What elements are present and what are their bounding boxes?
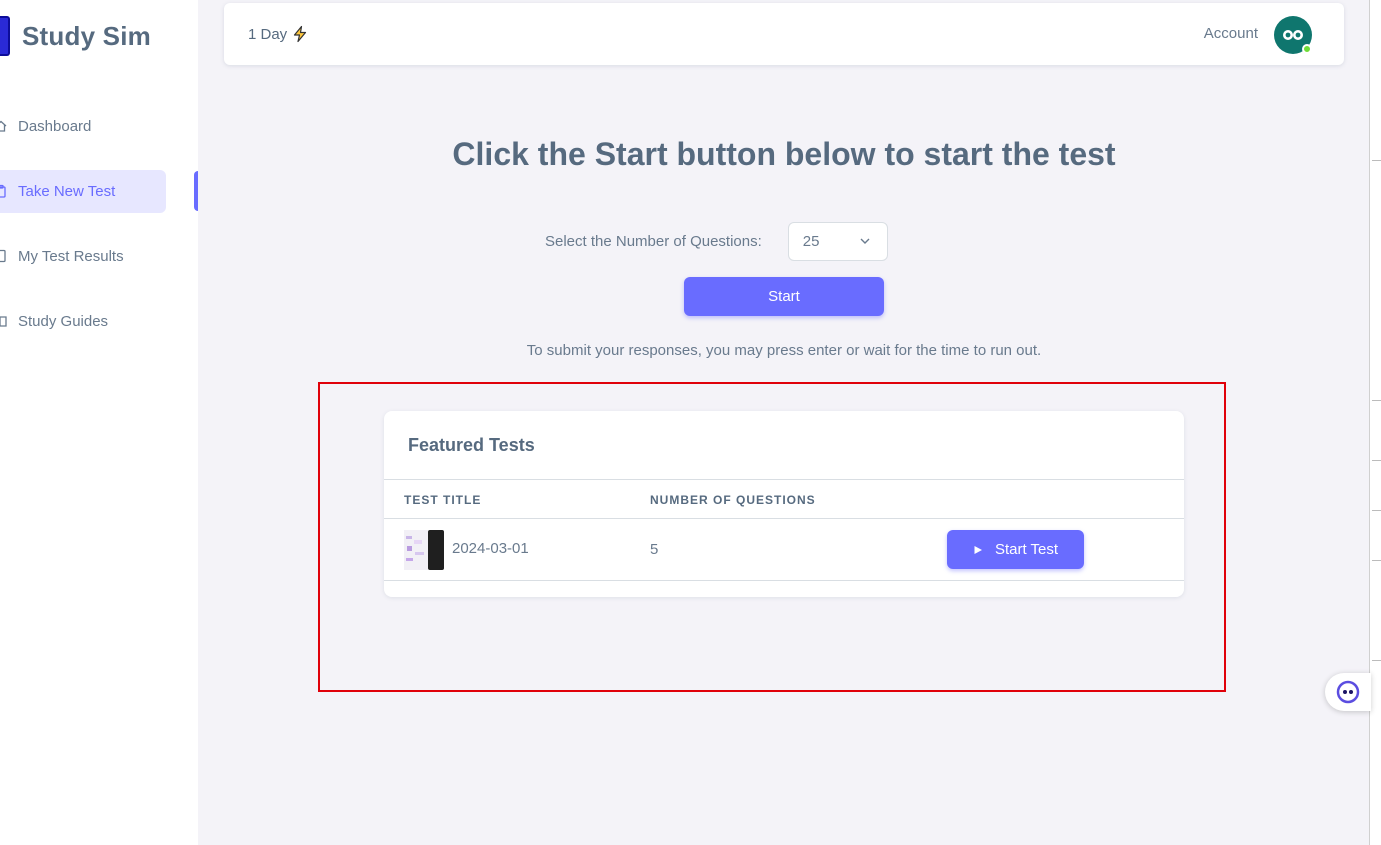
table-header: Test Title Number of Questions <box>384 479 1184 519</box>
book-icon <box>0 316 7 327</box>
chevron-down-icon <box>860 238 870 244</box>
brand-logo-icon <box>0 16 10 56</box>
submit-hint: To submit your responses, you may press … <box>526 342 1042 359</box>
sidebar-item-label: Take New Test <box>18 183 116 200</box>
start-test-button[interactable]: Start Test <box>947 530 1084 569</box>
sidebar-item-my-test-results[interactable]: My Test Results <box>0 235 166 278</box>
question-count: 5 <box>650 541 659 558</box>
streak-badge: 1 Day <box>248 25 309 43</box>
avatar[interactable] <box>1274 16 1312 54</box>
lightning-icon <box>294 25 307 43</box>
devtools-marker <box>1372 510 1381 511</box>
file-icon <box>0 249 6 263</box>
play-icon <box>974 545 982 554</box>
devtools-marker <box>1372 160 1381 161</box>
floating-assistant-button[interactable] <box>1325 673 1371 711</box>
assistant-face-icon <box>1336 680 1360 704</box>
sidebar-item-label: Study Guides <box>18 313 109 330</box>
sidebar-item-label: Dashboard <box>18 118 92 135</box>
sidebar-item-dashboard[interactable]: Dashboard <box>0 105 166 148</box>
sidebar-item-study-guides[interactable]: Study Guides <box>0 300 166 343</box>
start-button[interactable]: Start <box>684 277 884 316</box>
question-count-label: Select the Number of Questions: <box>545 233 762 250</box>
sidebar-item-take-new-test[interactable]: Take New Test <box>0 170 166 213</box>
sidebar-menu: Dashboard Take New Test My Test Results … <box>0 105 198 365</box>
active-indicator <box>194 171 198 211</box>
column-header-number-of-questions: Number of Questions <box>650 493 816 507</box>
streak-label: 1 Day <box>248 25 288 43</box>
column-header-test-title: Test Title <box>404 493 482 507</box>
account-link[interactable]: Account <box>1204 25 1258 42</box>
app-name: Study Sim <box>22 20 151 51</box>
sidebar: Study Sim Dashboard Take New Test My Tes… <box>0 0 198 845</box>
sidebar-item-label: My Test Results <box>18 248 124 265</box>
start-test-label: Start Test <box>994 541 1059 558</box>
topbar: 1 Day Account <box>224 3 1344 65</box>
devtools-marker <box>1372 560 1381 561</box>
devtools-marker <box>1372 460 1381 461</box>
test-title: 2024-03-01 <box>452 540 529 557</box>
brand[interactable]: Study Sim <box>0 14 151 58</box>
table-row: 2024-03-01 5 Start Test <box>384 519 1184 581</box>
test-thumbnail-icon <box>404 530 444 570</box>
question-count-value: 25 <box>802 233 820 250</box>
question-count-select[interactable]: 25 <box>787 222 888 261</box>
page-title: Click the Start button below to start th… <box>452 136 1116 172</box>
clipboard-icon <box>0 184 6 198</box>
devtools-panel-edge <box>1369 0 1381 845</box>
featured-tests-card: Featured Tests Test Title Number of Ques… <box>384 411 1184 597</box>
devtools-marker <box>1372 660 1381 661</box>
owl-avatar-icon <box>1283 30 1303 40</box>
devtools-marker <box>1372 400 1381 401</box>
question-count-row: Select the Number of Questions: 25 <box>545 222 888 261</box>
home-icon <box>0 120 7 132</box>
online-status-dot <box>1302 44 1312 54</box>
featured-tests-title: Featured Tests <box>408 435 535 455</box>
